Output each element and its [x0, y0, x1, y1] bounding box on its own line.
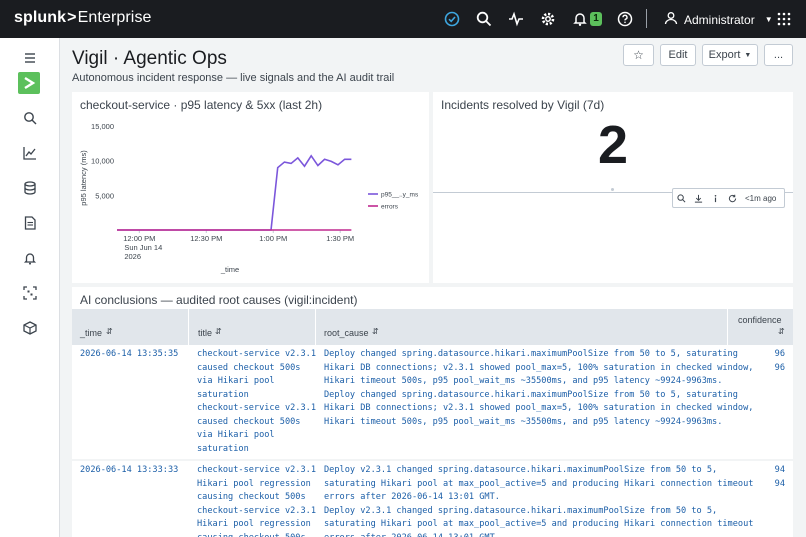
- column-header-label: _time: [80, 328, 103, 338]
- edit-button[interactable]: Edit: [660, 44, 696, 66]
- chevron-down-icon: ▼: [764, 15, 773, 24]
- x-tick-label: 1:30 PM: [326, 234, 354, 243]
- incidents-panel-title: Incidents resolved by Vigil (7d): [441, 98, 605, 112]
- column-header-time[interactable]: _time ⇵: [72, 309, 189, 345]
- user-menu[interactable]: Administrator ▼: [664, 11, 773, 28]
- app-logo-icon[interactable]: [18, 72, 40, 94]
- column-header-root-cause[interactable]: root_cause ⇵: [316, 309, 728, 345]
- column-header-confidence[interactable]: confidence ⇵: [728, 309, 793, 345]
- x-tick-label: 12:30 PM: [190, 234, 222, 243]
- latency-panel: checkout-service · p95 latency & 5xx (la…: [72, 92, 429, 283]
- legend-label: errors: [381, 204, 399, 211]
- user-name: Administrator: [684, 12, 755, 27]
- gear-icon[interactable]: [539, 10, 557, 28]
- refresh-time: <1m ago: [745, 193, 777, 203]
- latency-chart[interactable]: 5,000 10,000 15,000 p95 latency (ms) 12:00 P…: [72, 92, 429, 283]
- y-tick-label: 10,000: [91, 157, 114, 166]
- legend-label: p95__..y_ms: [381, 192, 419, 199]
- sort-icon: ⇵: [372, 327, 379, 336]
- search-icon[interactable]: [20, 108, 40, 128]
- sort-icon: ⇵: [106, 327, 113, 336]
- y-tick-label: 5,000: [95, 191, 114, 200]
- x-tick-sublabel: 2026: [124, 252, 141, 261]
- column-header-label: root_cause: [324, 328, 369, 338]
- x-tick-label: 12:00 PM: [123, 234, 155, 243]
- favorite-button[interactable]: ☆: [623, 44, 654, 66]
- download-icon[interactable]: [690, 189, 707, 207]
- document-icon[interactable]: [20, 213, 40, 233]
- bell-icon[interactable]: [20, 248, 40, 268]
- cell-title: checkout-service v2.3.1 Hikari pool regr…: [197, 465, 316, 537]
- notifications-badge[interactable]: 1: [590, 12, 602, 26]
- cell-time: 2026-06-14 13:35:35: [80, 349, 179, 359]
- x-axis-label: _time: [220, 265, 239, 274]
- search-icon[interactable]: [475, 10, 493, 28]
- dashboard-icon[interactable]: [20, 283, 40, 303]
- page-subtitle: Autonomous incident response — live sign…: [72, 72, 395, 84]
- cell-root-cause: Deploy v2.3.1 changed spring.datasource.…: [324, 465, 754, 537]
- page-title: Vigil · Agentic Ops: [72, 48, 227, 69]
- x-tick-sublabel: Sun Jun 14: [124, 243, 162, 252]
- column-header-label: confidence: [738, 315, 782, 325]
- y-axis-label: p95 latency (ms): [79, 150, 88, 206]
- cell-time: 2026-06-14 13:33:33: [80, 465, 179, 475]
- y-tick-label: 15,000: [91, 122, 114, 131]
- incidents-count: 2: [597, 115, 629, 175]
- column-header-label: title: [198, 328, 213, 338]
- menu-icon[interactable]: [20, 48, 40, 68]
- chevron-down-icon: ▼: [744, 51, 752, 59]
- cell-root-cause: Deploy changed spring.datasource.hikari.…: [324, 349, 754, 427]
- database-icon[interactable]: [20, 178, 40, 198]
- export-button[interactable]: Export ▼: [702, 44, 758, 66]
- splunk-logo[interactable]: splunk > Enterprise: [14, 9, 152, 27]
- cell-title: checkout-service v2.3.1 caused checkout …: [197, 349, 316, 454]
- check-circle-icon[interactable]: [443, 10, 461, 28]
- user-icon: [664, 11, 678, 28]
- conclusions-panel: AI conclusions — audited root causes (vi…: [72, 287, 793, 309]
- apps-grid-icon[interactable]: [775, 10, 793, 28]
- brand-name: splunk: [14, 9, 67, 26]
- refresh-icon[interactable]: [724, 189, 741, 207]
- top-bar: splunk > Enterprise 1 Administrator ▼: [0, 0, 806, 38]
- chart-icon[interactable]: [20, 143, 40, 163]
- help-icon[interactable]: [616, 10, 634, 28]
- cell-confidence: 94 94: [774, 465, 785, 489]
- sidebar: [0, 38, 60, 537]
- export-label: Export: [708, 49, 741, 61]
- sort-icon: ⇵: [215, 327, 222, 336]
- column-header-title[interactable]: title ⇵: [189, 309, 316, 345]
- more-actions-button[interactable]: ...: [764, 44, 793, 66]
- table-row[interactable]: 2026-06-14 13:35:35 checkout-service v2.…: [72, 345, 793, 459]
- panel-toolbar: <1m ago: [672, 188, 785, 208]
- sparkline-point: [611, 188, 614, 191]
- table-header: _time ⇵ title ⇵ root_cause ⇵ confidence …: [72, 309, 793, 345]
- activity-icon[interactable]: [507, 10, 525, 28]
- conclusions-panel-title: AI conclusions — audited root causes (vi…: [80, 293, 358, 307]
- cell-confidence: 96 96: [774, 349, 785, 373]
- brand-suffix: Enterprise: [77, 9, 152, 26]
- bell-icon[interactable]: [571, 10, 589, 28]
- series-line-p95: [117, 154, 352, 231]
- table-row[interactable]: 2026-06-14 13:33:33 checkout-service v2.…: [72, 461, 793, 537]
- info-icon[interactable]: [707, 189, 724, 207]
- search-icon[interactable]: [673, 189, 690, 207]
- x-tick-label: 1:00 PM: [259, 234, 287, 243]
- brand-chevron-icon: >: [67, 9, 77, 26]
- star-icon: ☆: [633, 48, 644, 62]
- sort-icon: ⇵: [778, 327, 785, 336]
- topbar-divider: [646, 9, 647, 28]
- cube-icon[interactable]: [20, 318, 40, 338]
